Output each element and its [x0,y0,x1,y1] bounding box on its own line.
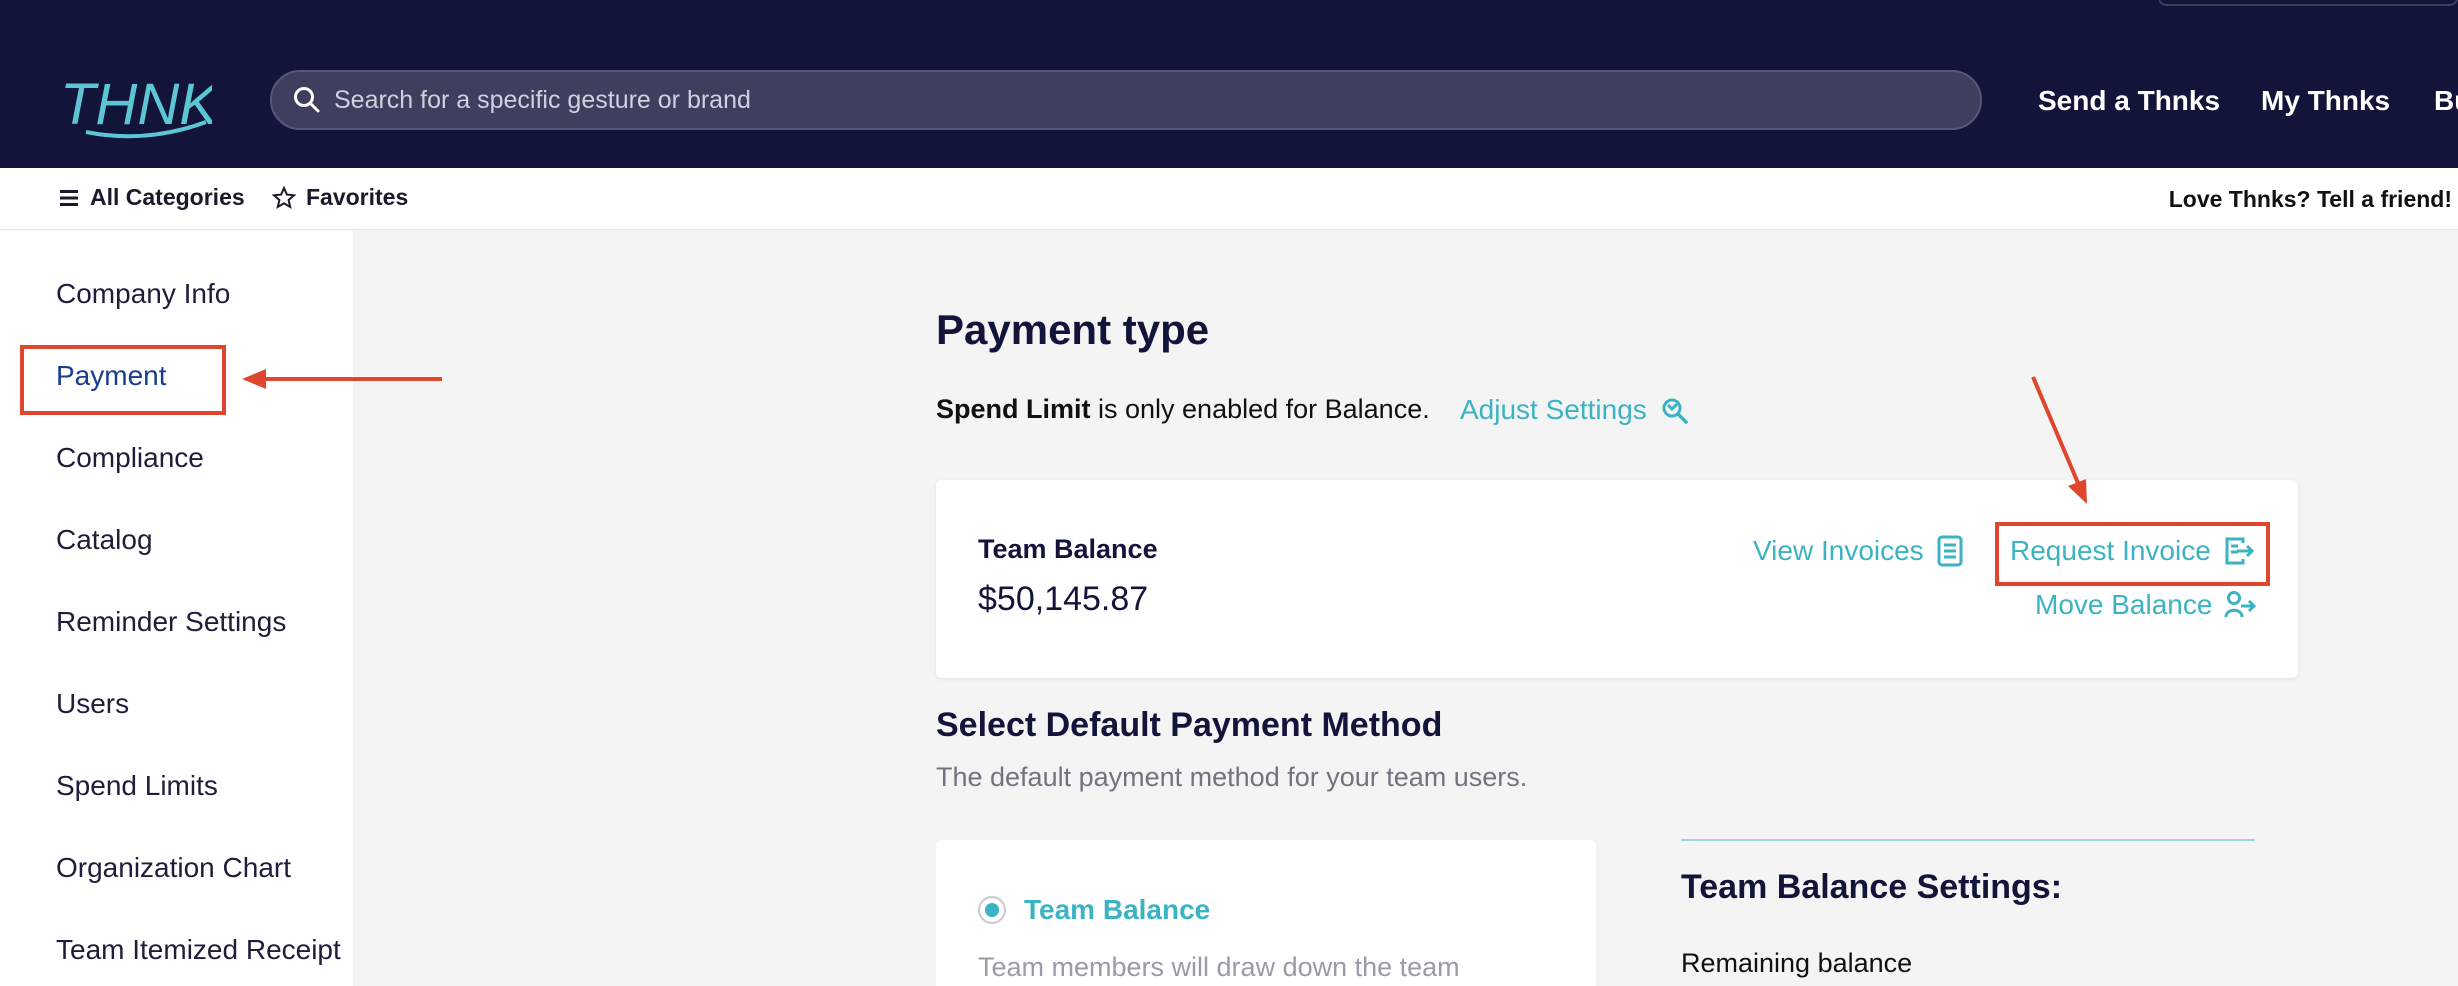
annotation-box-payment [20,345,226,415]
sidebar-item-compliance[interactable]: Compliance [56,442,204,474]
team-balance-amount: $50,145.87 [978,580,1149,618]
view-invoices-link[interactable]: View Invoices [1753,535,1964,567]
spend-limit-note: Spend Limit is only enabled for Balance. [936,394,1430,425]
favorites-label: Favorites [306,184,409,210]
user-transfer-icon [2224,591,2257,618]
team-balance-settings-heading: Team Balance Settings: [1681,868,2063,906]
page-title: Payment type [936,306,1210,353]
star-icon [272,185,296,209]
remaining-balance-label: Remaining balance [1681,948,1913,978]
nav-my-thnks[interactable]: My Thnks [2261,85,2390,117]
sidebar-item-reminder-settings[interactable]: Reminder Settings [56,606,286,638]
sidebar-item-company-info[interactable]: Company Info [56,278,230,310]
spend-limit-text: is only enabled for Balance. [1090,394,1430,424]
sidebar-item-organization-chart[interactable]: Organization Chart [56,852,291,884]
favorites-button[interactable]: Favorites [272,184,408,211]
annotation-box-request-invoice [1995,522,2270,586]
header-edge-decoration [2158,0,2458,6]
wrench-settings-icon [1662,398,1688,424]
select-payment-method-description: The default payment method for your team… [936,762,1528,792]
select-payment-method-heading: Select Default Payment Method [936,706,1443,744]
search-input[interactable] [334,85,1834,115]
document-icon [1937,535,1963,567]
adjust-settings-label: Adjust Settings [1460,394,1647,425]
all-categories-label: All Categories [90,184,245,210]
all-categories-button[interactable]: All Categories [58,184,245,211]
spend-limit-bold: Spend Limit [936,394,1091,424]
sidebar-item-team-itemized-receipt[interactable]: Team Itemized Receipt [56,934,341,966]
team-balance-label: Team Balance [978,534,1158,564]
search-bar[interactable] [270,70,1982,130]
top-header: THNKS Send a Thnks My Thnks Bu [0,0,2458,168]
nav-send-a-thnks[interactable]: Send a Thnks [2038,85,2220,117]
menu-icon [60,189,78,206]
sidebar-item-spend-limits[interactable]: Spend Limits [56,770,218,802]
sidebar-item-users[interactable]: Users [56,688,129,720]
adjust-settings-link[interactable]: Adjust Settings [1460,394,1689,426]
sidebar-item-catalog[interactable]: Catalog [56,524,153,556]
view-invoices-label: View Invoices [1753,535,1924,566]
team-balance-radio[interactable] [978,896,1006,924]
method-team-balance-label: Team Balance [1024,894,1211,925]
move-balance-link[interactable]: Move Balance [2035,589,2257,621]
method-team-balance-description: Team members will draw down the team [978,952,1460,982]
move-balance-label: Move Balance [2035,589,2213,620]
category-bar: All Categories Favorites Love Thnks? Tel… [0,168,2458,230]
refer-friend-link[interactable]: Love Thnks? Tell a friend! [2169,186,2452,213]
settings-divider [1681,839,2255,841]
thnks-logo[interactable]: THNKS [56,66,212,140]
payment-method-option-team-balance[interactable]: Team Balance Team members will draw down… [936,840,1596,986]
arrow-line-to-request-invoice [2031,376,2080,484]
nav-more-truncated[interactable]: Bu [2434,85,2458,117]
search-icon [294,87,320,113]
